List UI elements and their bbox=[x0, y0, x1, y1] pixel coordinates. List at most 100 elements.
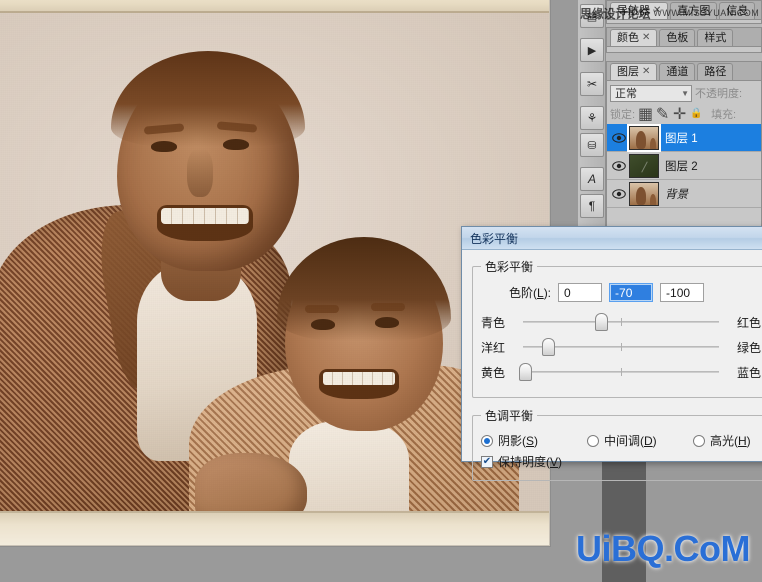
layer-name: 图层 1 bbox=[665, 132, 698, 145]
yellow-blue-slider[interactable] bbox=[518, 362, 719, 382]
strip-separator bbox=[578, 31, 605, 36]
eye-icon bbox=[612, 188, 626, 199]
radio-highlights-indicator[interactable] bbox=[693, 434, 705, 447]
radio-highlights[interactable]: 高光(H) bbox=[693, 432, 751, 449]
eye-icon bbox=[612, 132, 626, 143]
tool-preset-stamp-icon[interactable]: ⛁ bbox=[580, 133, 604, 157]
chevron-down-icon[interactable]: ▼ bbox=[681, 89, 689, 98]
tab-styles[interactable]: 样式 bbox=[697, 29, 734, 46]
radio-shadows[interactable]: 阴影(S) bbox=[481, 432, 587, 449]
fill-label: 填充: bbox=[711, 108, 737, 121]
green-label: 绿色 bbox=[736, 340, 761, 355]
layer-visibility-toggle[interactable] bbox=[609, 132, 629, 143]
radio-shadows-tail: ) bbox=[534, 434, 539, 448]
lock-image-pixels-icon[interactable]: ✎ bbox=[656, 106, 669, 123]
tab-color-label: 颜色 bbox=[617, 32, 639, 44]
cyan-red-slider-knob[interactable] bbox=[595, 313, 609, 331]
table-row[interactable]: 背景 bbox=[607, 180, 761, 208]
layer-name: 背景 bbox=[665, 188, 688, 201]
yellow-label: 黄色 bbox=[481, 365, 506, 380]
slider-center-tick bbox=[621, 368, 622, 376]
magenta-green-slider[interactable] bbox=[523, 337, 719, 357]
radio-highlights-tail: ) bbox=[746, 434, 751, 448]
magenta-green-slider-knob[interactable] bbox=[542, 338, 556, 356]
tab-layers-label: 图层 bbox=[617, 66, 639, 78]
tool-presets-icon[interactable]: ✂ bbox=[580, 72, 604, 96]
dialog-title-bar[interactable]: 色彩平衡 bbox=[462, 227, 762, 250]
close-icon[interactable]: ✕ bbox=[642, 64, 650, 80]
paper-border-bottom bbox=[0, 511, 549, 545]
magenta-green-level-input[interactable]: -70 bbox=[609, 283, 654, 302]
layers-tab-row[interactable]: 图层 ✕ 通道 路径 bbox=[607, 62, 761, 81]
character-icon-glyph: A bbox=[587, 172, 596, 186]
play-animation-icon[interactable]: ▶ bbox=[580, 38, 604, 62]
tone-balance-legend: 色调平衡 bbox=[485, 409, 534, 423]
character-icon[interactable]: A bbox=[580, 167, 604, 191]
layer-list[interactable]: 图层 1 图层 2 背景 bbox=[607, 124, 761, 208]
cyan-label: 青色 bbox=[481, 315, 506, 330]
site-watermark: UiBQ.CoM bbox=[576, 528, 750, 569]
tab-paths-label: 路径 bbox=[704, 66, 727, 78]
radio-midtones-indicator[interactable] bbox=[587, 434, 599, 447]
cyan-red-slider-row: 青色 红色 bbox=[481, 312, 761, 332]
levels-label-accel: L bbox=[537, 286, 544, 300]
forum-watermark: 思缘设计论坛 WWW.MISSYUAN.COM bbox=[578, 4, 762, 22]
brushes-icon[interactable]: ⚘ bbox=[580, 106, 604, 130]
color-balance-dialog[interactable]: 色彩平衡 色彩平衡 色阶(L): 0 -70 -100 青色 红色 洋红 绿色 … bbox=[461, 226, 762, 481]
slider-center-tick bbox=[621, 343, 622, 351]
forum-watermark-name: 思缘设计论坛 bbox=[580, 6, 651, 21]
tab-swatches[interactable]: 色板 bbox=[659, 29, 696, 46]
radio-shadows-indicator[interactable] bbox=[481, 434, 493, 447]
tab-channels[interactable]: 通道 bbox=[659, 63, 696, 80]
paragraph-icon[interactable]: ¶ bbox=[580, 194, 604, 218]
preserve-luminosity-checkbox[interactable]: ✔ 保持明度(V) bbox=[481, 453, 761, 470]
table-row[interactable]: 图层 2 bbox=[607, 152, 761, 180]
radio-midtones-label: 中间调(D) bbox=[604, 432, 657, 449]
preserve-luminosity-tail: ) bbox=[558, 455, 563, 469]
paper-border-top bbox=[0, 0, 549, 13]
yellow-blue-slider-knob[interactable] bbox=[518, 363, 532, 381]
tab-swatches-label: 色板 bbox=[666, 32, 689, 44]
layer-thumbnail[interactable] bbox=[629, 125, 659, 150]
close-icon[interactable]: ✕ bbox=[642, 30, 650, 46]
play-icon-glyph: ▶ bbox=[587, 44, 597, 57]
layer-visibility-toggle[interactable] bbox=[609, 160, 629, 171]
red-label: 红色 bbox=[736, 315, 761, 330]
layer-thumbnail[interactable] bbox=[629, 153, 659, 178]
lock-transparent-pixels-icon[interactable]: ▦ bbox=[638, 106, 653, 123]
radio-midtones-tail: ) bbox=[652, 434, 657, 448]
lock-all-icon[interactable]: 🔒 bbox=[690, 107, 703, 120]
table-row[interactable]: 图层 1 bbox=[607, 124, 761, 152]
lock-position-icon[interactable]: ✛ bbox=[673, 106, 686, 123]
forum-watermark-url: WWW.MISSYUAN.COM bbox=[653, 8, 760, 18]
blend-mode-value: 正常 bbox=[615, 88, 637, 100]
radio-midtones[interactable]: 中间调(D) bbox=[587, 432, 693, 449]
layer-thumbnail[interactable] bbox=[629, 181, 659, 206]
layer-visibility-toggle[interactable] bbox=[609, 188, 629, 199]
yellow-blue-slider-row: 黄色 蓝色 bbox=[481, 362, 761, 382]
magenta-green-level-value: -70 bbox=[615, 285, 633, 300]
preserve-luminosity-indicator[interactable]: ✔ bbox=[481, 455, 493, 468]
lock-label: 锁定: bbox=[610, 108, 636, 121]
cyan-red-slider[interactable] bbox=[523, 312, 719, 332]
blend-mode-select[interactable]: 正常 ▼ bbox=[610, 84, 692, 102]
magenta-label: 洋红 bbox=[481, 340, 506, 355]
stamp-icon-glyph: ⛁ bbox=[587, 139, 597, 152]
color-levels-row: 色阶(L): 0 -70 -100 bbox=[509, 283, 761, 302]
tab-styles-label: 样式 bbox=[704, 32, 727, 44]
tab-layers[interactable]: 图层 ✕ bbox=[610, 63, 658, 80]
color-tab-row[interactable]: 颜色 ✕ 色板 样式 bbox=[607, 28, 761, 47]
color-palette: 颜色 ✕ 色板 样式 bbox=[606, 27, 762, 53]
yellow-blue-level-input[interactable]: -100 bbox=[660, 283, 705, 302]
strip-separator bbox=[578, 160, 605, 165]
photoshop-window: ▤ ▶ ✂ ⚘ ⛁ A ¶ 导航器 ✕ 直方图 信息 颜色 ✕ 色板 样式 图层… bbox=[0, 0, 762, 582]
color-balance-legend: 色彩平衡 bbox=[485, 260, 534, 274]
preserve-luminosity-text: 保持明度( bbox=[498, 455, 550, 469]
opacity-label: 不透明度: bbox=[695, 88, 743, 100]
preserve-luminosity-label: 保持明度(V) bbox=[498, 453, 562, 470]
tone-balance-group: 色调平衡 阴影(S) 中间调(D) 高光(H) ✔ 保持明度(V) bbox=[472, 407, 762, 481]
cyan-red-level-input[interactable]: 0 bbox=[558, 283, 603, 302]
tab-color[interactable]: 颜色 ✕ bbox=[610, 29, 658, 46]
tab-paths[interactable]: 路径 bbox=[697, 63, 734, 80]
slider-center-tick bbox=[621, 318, 622, 326]
